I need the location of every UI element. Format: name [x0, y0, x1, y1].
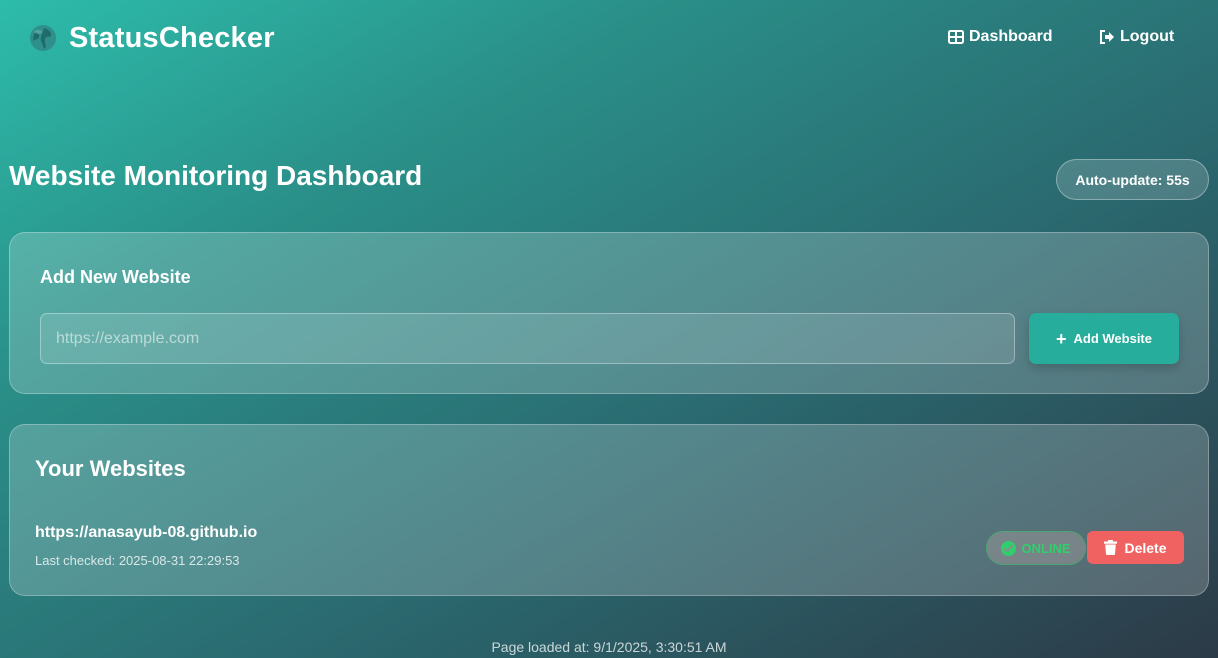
status-label: ONLINE: [1021, 540, 1071, 556]
page-title: Website Monitoring Dashboard: [9, 160, 423, 191]
website-url: https://anasayub-08.github.io: [35, 524, 258, 541]
auto-update-badge: Auto-update: 55s: [1056, 159, 1209, 200]
trash-icon: [1104, 540, 1118, 555]
website-url-input[interactable]: [40, 313, 1015, 364]
add-website-title: Add New Website: [40, 267, 191, 287]
brand[interactable]: StatusChecker: [28, 20, 275, 56]
delete-button[interactable]: Delete: [1087, 531, 1184, 564]
plus-icon: +: [1055, 328, 1067, 349]
nav-dashboard-label: Dashboard: [969, 28, 1053, 45]
delete-button-label: Delete: [1124, 539, 1167, 556]
page-loaded-text: Page loaded at: 9/1/2025, 3:30:51 AM: [491, 639, 727, 655]
brand-name: StatusChecker: [69, 21, 275, 54]
grid-icon: [948, 30, 964, 44]
add-website-button[interactable]: + Add Website: [1029, 313, 1179, 364]
logout-icon: [1100, 30, 1114, 44]
globe-icon: [30, 25, 56, 51]
add-website-card: Add New Website + Add Website: [9, 232, 1209, 394]
nav-logout-link[interactable]: Logout: [1099, 26, 1174, 48]
websites-title: Your Websites: [35, 456, 186, 481]
add-website-button-label: Add Website: [1073, 331, 1153, 346]
nav-logout-label: Logout: [1120, 28, 1175, 45]
websites-card: Your Websites https://anasayub-08.github…: [9, 424, 1209, 596]
status-badge: ONLINE: [986, 531, 1086, 565]
nav-dashboard-link[interactable]: Dashboard: [948, 26, 1053, 48]
website-last-checked: Last checked: 2025-08-31 22:29:53: [35, 553, 240, 568]
check-circle-icon: [1001, 540, 1017, 556]
top-navbar: StatusChecker Dashboard Logout: [0, 0, 1218, 76]
